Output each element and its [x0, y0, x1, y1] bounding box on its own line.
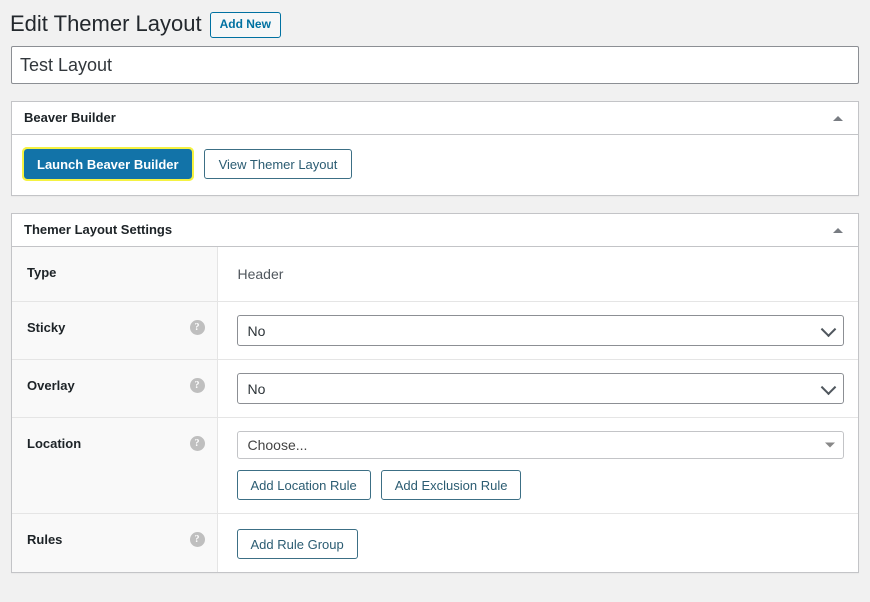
settings-label-sticky: Sticky: [27, 320, 65, 335]
title-field-wrapper: [0, 40, 870, 84]
add-rule-group-button[interactable]: Add Rule Group: [237, 529, 358, 559]
themer-settings-panel-title: Themer Layout Settings: [24, 221, 172, 239]
add-new-button[interactable]: Add New: [210, 12, 281, 38]
question-mark-icon[interactable]: ?: [190, 378, 205, 393]
settings-table: Type Header Sticky ? No: [12, 247, 858, 572]
settings-label-cell: Location ?: [12, 418, 217, 514]
caret-down-icon: [825, 443, 835, 448]
question-mark-icon[interactable]: ?: [190, 532, 205, 547]
settings-control-cell: Choose... Add Location Rule Add Exclusio…: [217, 418, 858, 514]
settings-label-overlay: Overlay: [27, 378, 75, 393]
add-location-rule-button[interactable]: Add Location Rule: [237, 470, 371, 500]
settings-label-cell: Rules ?: [12, 514, 217, 573]
location-select[interactable]: Choose...: [237, 431, 845, 459]
settings-control-cell: No: [217, 360, 858, 418]
launch-beaver-builder-button[interactable]: Launch Beaver Builder: [24, 149, 192, 179]
settings-row-location: Location ? Choose... Add Location Rule A…: [12, 418, 858, 514]
beaver-builder-panel-header[interactable]: Beaver Builder: [12, 102, 858, 135]
chevron-up-icon[interactable]: [828, 108, 848, 128]
settings-row-type: Type Header: [12, 247, 858, 302]
beaver-builder-panel-title: Beaver Builder: [24, 109, 116, 127]
settings-control-cell: No: [217, 302, 858, 360]
location-select-value: Choose...: [248, 437, 308, 453]
sticky-select[interactable]: No: [237, 315, 845, 346]
page-title: Edit Themer Layout: [10, 10, 210, 39]
question-mark-icon[interactable]: ?: [190, 320, 205, 335]
type-value: Header: [237, 260, 845, 288]
question-mark-icon[interactable]: ?: [190, 436, 205, 451]
chevron-up-icon[interactable]: [828, 220, 848, 240]
layout-title-input[interactable]: [11, 46, 859, 84]
sticky-select-value: No: [248, 323, 266, 339]
themer-settings-panel-header[interactable]: Themer Layout Settings: [12, 214, 858, 247]
settings-label-rules: Rules: [27, 532, 62, 547]
settings-row-overlay: Overlay ? No: [12, 360, 858, 418]
beaver-builder-panel-body: Launch Beaver Builder View Themer Layout: [12, 135, 858, 195]
location-rule-buttons: Add Location Rule Add Exclusion Rule: [237, 470, 845, 500]
settings-row-sticky: Sticky ? No: [12, 302, 858, 360]
settings-row-rules: Rules ? Add Rule Group: [12, 514, 858, 573]
overlay-select-value: No: [248, 381, 266, 397]
themer-layout-settings-panel: Themer Layout Settings Type Header: [11, 213, 859, 573]
settings-label-type: Type: [27, 265, 56, 280]
rules-buttons: Add Rule Group: [237, 529, 845, 559]
settings-control-cell: Header: [217, 247, 858, 302]
settings-label-cell: Type: [12, 247, 217, 302]
beaver-builder-panel: Beaver Builder Launch Beaver Builder Vie…: [11, 101, 859, 196]
settings-label-location: Location: [27, 436, 81, 451]
chevron-down-icon: [821, 379, 837, 395]
add-exclusion-rule-button[interactable]: Add Exclusion Rule: [381, 470, 522, 500]
settings-label-cell: Overlay ?: [12, 360, 217, 418]
overlay-select[interactable]: No: [237, 373, 845, 404]
settings-control-cell: Add Rule Group: [217, 514, 858, 573]
view-themer-layout-button[interactable]: View Themer Layout: [204, 149, 353, 179]
settings-label-cell: Sticky ?: [12, 302, 217, 360]
page-header: Edit Themer Layout Add New: [0, 0, 870, 40]
chevron-down-icon: [821, 321, 837, 337]
